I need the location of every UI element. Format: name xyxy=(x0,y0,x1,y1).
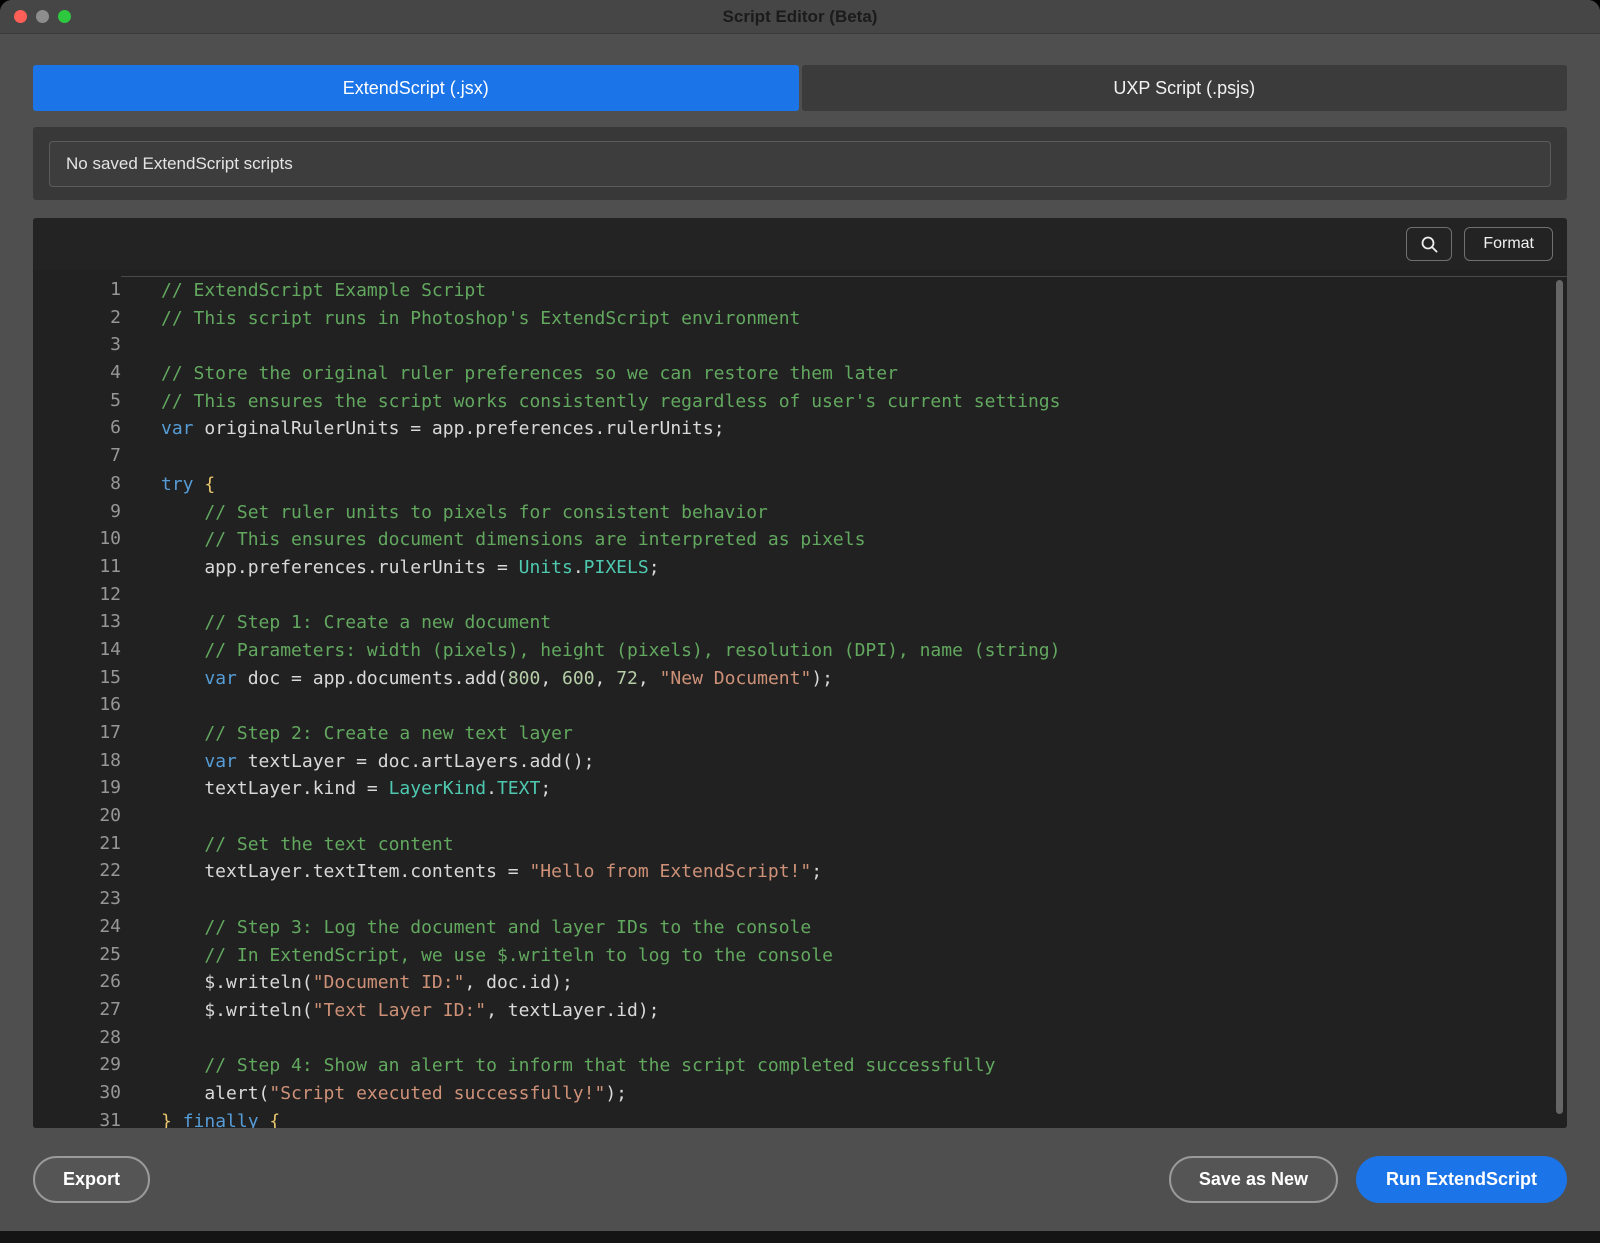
saved-scripts-value: No saved ExtendScript scripts xyxy=(66,154,293,174)
line-number: 30 xyxy=(33,1079,121,1107)
line-number: 4 xyxy=(33,359,121,387)
line-number: 5 xyxy=(33,387,121,415)
line-number: 26 xyxy=(33,968,121,996)
code-line: var doc = app.documents.add(800, 600, 72… xyxy=(161,665,1567,693)
code-line: // This ensures the script works consist… xyxy=(161,388,1567,416)
tab-uxp-script[interactable]: UXP Script (.psjs) xyxy=(802,65,1568,111)
window-titlebar: Script Editor (Beta) xyxy=(0,0,1600,34)
line-number: 18 xyxy=(33,747,121,775)
code-line: app.preferences.rulerUnits = Units.PIXEL… xyxy=(161,554,1567,582)
line-number: 25 xyxy=(33,941,121,969)
tab-bar: ExtendScript (.jsx) UXP Script (.psjs) xyxy=(33,65,1567,111)
code-line xyxy=(161,332,1567,360)
line-number: 9 xyxy=(33,498,121,526)
saved-scripts-panel: No saved ExtendScript scripts xyxy=(33,127,1567,200)
line-number: 21 xyxy=(33,830,121,858)
code-line: textLayer.textItem.contents = "Hello fro… xyxy=(161,858,1567,886)
code-line: } finally { xyxy=(161,1108,1567,1128)
code-line: // Step 3: Log the document and layer ID… xyxy=(161,914,1567,942)
code-editor[interactable]: 1234567891011121314151617181920212223242… xyxy=(33,270,1567,1128)
code-line: // This script runs in Photoshop's Exten… xyxy=(161,305,1567,333)
line-number: 15 xyxy=(33,664,121,692)
code-lines: // ExtendScript Example Script// This sc… xyxy=(121,276,1567,1128)
format-button[interactable]: Format xyxy=(1464,227,1553,261)
line-number: 11 xyxy=(33,553,121,581)
code-line: $.writeln("Text Layer ID:", textLayer.id… xyxy=(161,997,1567,1025)
code-line: // Step 2: Create a new text layer xyxy=(161,720,1567,748)
line-number: 10 xyxy=(33,525,121,553)
footer-bar: Export Save as New Run ExtendScript xyxy=(0,1128,1600,1231)
export-button[interactable]: Export xyxy=(33,1156,150,1203)
line-number: 31 xyxy=(33,1107,121,1128)
code-line: // Parameters: width (pixels), height (p… xyxy=(161,637,1567,665)
code-line: alert("Script executed successfully!"); xyxy=(161,1080,1567,1108)
editor-panel: Format 123456789101112131415161718192021… xyxy=(33,218,1567,1128)
code-line: // In ExtendScript, we use $.writeln to … xyxy=(161,942,1567,970)
zoom-button[interactable] xyxy=(58,10,71,23)
line-number: 6 xyxy=(33,414,121,442)
line-number: 13 xyxy=(33,608,121,636)
code-line xyxy=(161,582,1567,610)
script-editor-window: Script Editor (Beta) ExtendScript (.jsx)… xyxy=(0,0,1600,1243)
code-line xyxy=(161,1025,1567,1053)
code-line: // Set the text content xyxy=(161,831,1567,859)
line-number: 22 xyxy=(33,857,121,885)
code-line: var textLayer = doc.artLayers.add(); xyxy=(161,748,1567,776)
close-button[interactable] xyxy=(14,10,27,23)
window-title: Script Editor (Beta) xyxy=(0,7,1600,27)
line-number: 14 xyxy=(33,636,121,664)
line-number: 28 xyxy=(33,1024,121,1052)
code-line: $.writeln("Document ID:", doc.id); xyxy=(161,969,1567,997)
code-line: // ExtendScript Example Script xyxy=(161,277,1567,305)
tab-extendscript[interactable]: ExtendScript (.jsx) xyxy=(33,65,799,111)
line-number: 16 xyxy=(33,691,121,719)
code-line xyxy=(161,692,1567,720)
line-number: 12 xyxy=(33,581,121,609)
traffic-lights xyxy=(0,10,71,23)
code-line: try { xyxy=(161,471,1567,499)
line-number: 20 xyxy=(33,802,121,830)
search-button[interactable] xyxy=(1406,227,1452,261)
search-icon xyxy=(1419,234,1439,254)
line-number: 2 xyxy=(33,304,121,332)
code-line: // Step 1: Create a new document xyxy=(161,609,1567,637)
line-number: 24 xyxy=(33,913,121,941)
code-line: // Set ruler units to pixels for consist… xyxy=(161,499,1567,527)
save-as-new-button[interactable]: Save as New xyxy=(1169,1156,1338,1203)
line-number: 29 xyxy=(33,1051,121,1079)
code-line xyxy=(161,443,1567,471)
line-number: 7 xyxy=(33,442,121,470)
line-number: 17 xyxy=(33,719,121,747)
editor-toolbar: Format xyxy=(33,218,1567,270)
line-number: 8 xyxy=(33,470,121,498)
code-line: textLayer.kind = LayerKind.TEXT; xyxy=(161,775,1567,803)
code-line: var originalRulerUnits = app.preferences… xyxy=(161,415,1567,443)
line-number: 3 xyxy=(33,331,121,359)
code-line: // Step 4: Show an alert to inform that … xyxy=(161,1052,1567,1080)
code-line xyxy=(161,886,1567,914)
line-number: 23 xyxy=(33,885,121,913)
line-number: 1 xyxy=(33,276,121,304)
bottom-edge xyxy=(0,1231,1600,1243)
vertical-scrollbar[interactable] xyxy=(1556,280,1563,1114)
code-line xyxy=(161,803,1567,831)
minimize-button[interactable] xyxy=(36,10,49,23)
run-extendscript-button[interactable]: Run ExtendScript xyxy=(1356,1156,1567,1203)
saved-scripts-dropdown[interactable]: No saved ExtendScript scripts xyxy=(49,141,1551,187)
line-numbers: 1234567891011121314151617181920212223242… xyxy=(33,276,121,1128)
line-number: 27 xyxy=(33,996,121,1024)
line-number: 19 xyxy=(33,774,121,802)
code-line: // Store the original ruler preferences … xyxy=(161,360,1567,388)
code-line: // This ensures document dimensions are … xyxy=(161,526,1567,554)
